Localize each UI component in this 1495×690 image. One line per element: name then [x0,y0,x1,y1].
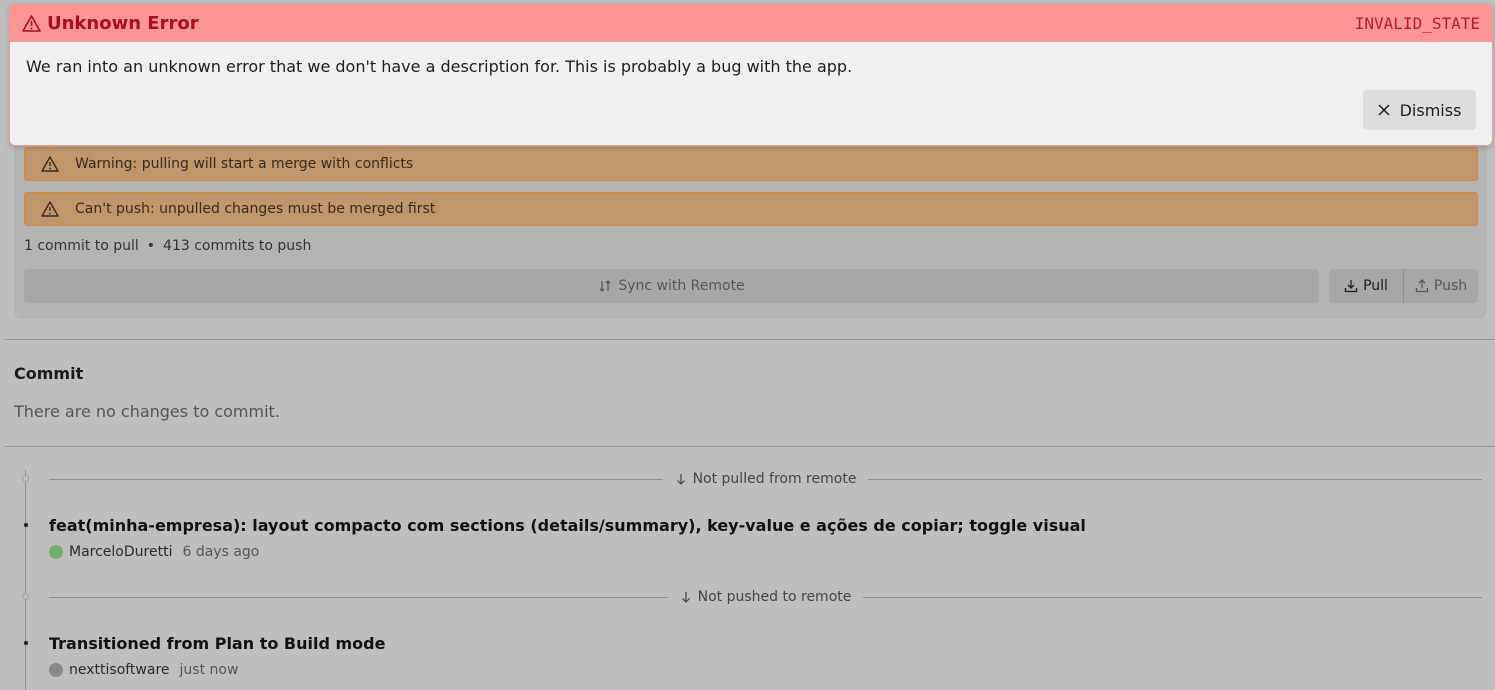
dismiss-button[interactable]: Dismiss [1363,90,1476,130]
toast-header: Unknown Error INVALID_STATE [10,5,1492,42]
timeline-line [25,470,26,690]
commit-dot [24,641,28,645]
pull-label: Pull [1363,278,1388,294]
push-label: Push [1433,278,1468,294]
commit-author: MarceloDuretti [69,544,173,560]
dismiss-label: Dismiss [1399,100,1462,120]
commit-meta: MarceloDuretti 6 days ago [49,544,259,560]
not-pulled-divider: Not pulled from remote [49,469,1482,489]
commit-author: nexttisoftware [69,662,170,678]
pull-push-group: Pull Push [1329,269,1478,303]
close-icon [1378,104,1400,116]
arrow-down-icon [680,591,698,603]
warning-triangle-icon [22,15,47,32]
avatar [49,663,63,677]
sync-stats: 1 commit to pull • 413 commits to push [24,238,311,254]
toast-title-text: Unknown Error [47,13,199,34]
commit-time: 6 days ago [182,544,260,560]
error-code: INVALID_STATE [1354,14,1480,33]
no-changes-text: There are no changes to commit. [14,402,280,421]
timeline-marker [22,593,29,600]
divider-rule [49,596,668,598]
upload-icon [1415,279,1434,293]
divider-label: Not pulled from remote [663,471,869,487]
divider-label: Not pushed to remote [668,589,864,605]
section-divider [4,446,1495,447]
push-blocked-warning: Can't push: unpulled changes must be mer… [24,192,1478,226]
divider-text: Not pushed to remote [697,589,852,605]
avatar [49,545,63,559]
commit-meta: nexttisoftware just now [49,662,238,678]
pull-button[interactable]: Pull [1329,269,1404,303]
warning-triangle-icon [25,156,75,172]
sync-arrows-icon [598,279,618,293]
commit-title[interactable]: Transitioned from Plan to Build mode [49,634,385,653]
app-page: Warning: pulling will start a merge with… [0,0,1495,690]
commit-dot [24,523,28,527]
divider-text: Not pulled from remote [692,471,857,487]
sync-label: Sync with Remote [618,278,745,294]
arrow-down-icon [675,473,693,485]
commits-to-pull: 1 commit to pull [24,238,139,254]
divider-rule [49,478,663,480]
error-toast: Unknown Error INVALID_STATE We ran into … [9,4,1493,146]
commit-time: just now [179,662,239,678]
toast-title: Unknown Error [22,13,199,34]
error-message: We ran into an unknown error that we don… [26,57,853,76]
stats-separator: • [146,238,156,254]
not-pushed-divider: Not pushed to remote [49,587,1483,607]
sync-with-remote-button[interactable]: Sync with Remote [24,269,1319,303]
divider-rule [868,478,1482,480]
divider-rule [863,596,1483,598]
commit-heading: Commit [14,364,84,383]
timeline-marker [22,475,29,482]
warning-text: Warning: pulling will start a merge with… [75,156,414,172]
warning-triangle-icon [25,201,75,217]
merge-conflict-warning: Warning: pulling will start a merge with… [24,147,1478,181]
commits-to-push: 413 commits to push [163,238,312,254]
push-button[interactable]: Push [1404,269,1478,303]
commit-title[interactable]: feat(minha-empresa): layout compacto com… [49,516,1086,535]
download-icon [1344,279,1363,293]
section-divider [4,339,1495,340]
warning-text: Can't push: unpulled changes must be mer… [75,201,436,217]
